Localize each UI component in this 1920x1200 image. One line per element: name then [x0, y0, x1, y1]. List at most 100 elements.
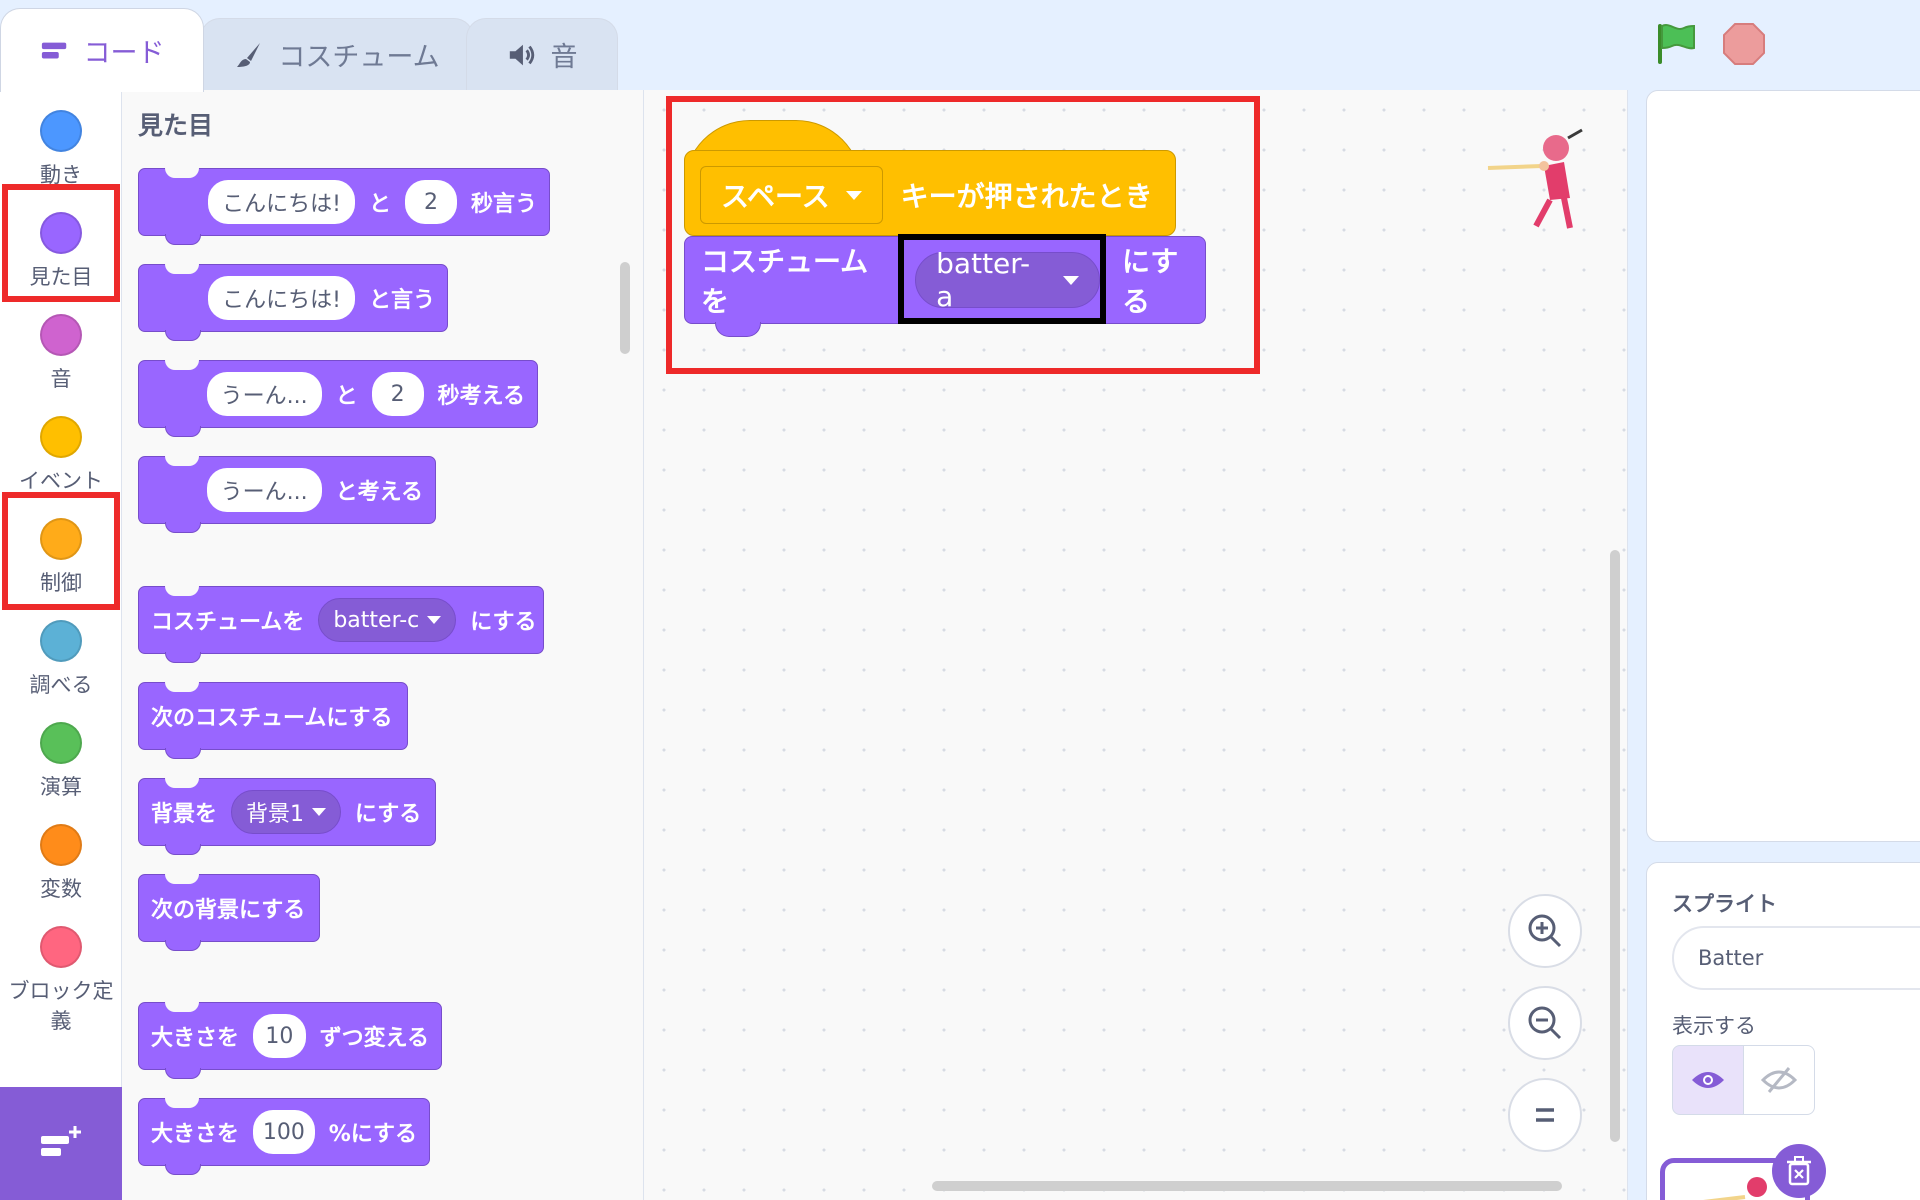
category-sensing[interactable]: 調べる: [0, 610, 122, 712]
size-set-input[interactable]: 100: [253, 1110, 315, 1154]
block-palette: 見た目 こんにちは! と 2 秒言う こんにちは! と言う うーん... と 2…: [122, 90, 644, 1200]
say-seconds-input[interactable]: 2: [404, 180, 457, 224]
think-message-input[interactable]: うーん...: [206, 468, 322, 512]
category-motion[interactable]: 動き: [0, 100, 122, 202]
block-text: にする: [1122, 245, 1179, 318]
sprite-name-input[interactable]: Batter: [1672, 926, 1920, 990]
block-text: コスチュームを: [701, 245, 869, 318]
tab-code[interactable]: コード: [0, 8, 204, 92]
block-text: と考える: [335, 480, 423, 505]
category-control[interactable]: 制御: [0, 508, 122, 610]
key-dropdown-value: スペース: [721, 180, 830, 213]
trash-icon: [1787, 1156, 1811, 1186]
palette-scrollbar[interactable]: [620, 262, 630, 354]
my-blocks-color-dot: [40, 926, 82, 968]
dropdown-value: batter-c: [333, 607, 420, 633]
zoom-out-icon: [1528, 1006, 1562, 1040]
zoom-in-icon: [1528, 914, 1562, 948]
block-think[interactable]: うーん... と考える: [138, 456, 436, 533]
block-next-costume[interactable]: 次のコスチュームにする: [138, 682, 408, 759]
dropdown-value: batter-a: [936, 247, 1031, 313]
category-label: 調べる: [29, 673, 93, 697]
block-text: にする: [355, 802, 422, 827]
add-extension-button[interactable]: [0, 1087, 122, 1200]
block-text: 次の背景にする: [151, 898, 306, 923]
block-switch-backdrop[interactable]: 背景を 背景1 にする: [138, 778, 436, 855]
tab-sounds-label: 音: [550, 42, 578, 73]
block-text: 背景を: [151, 802, 218, 827]
block-text: ずつ変える: [319, 1026, 429, 1051]
dropdown-arrow-icon: [1063, 275, 1080, 285]
show-sprite-button[interactable]: [1672, 1045, 1744, 1115]
script-area-vertical-scrollbar[interactable]: [1610, 550, 1620, 1142]
dropdown-arrow-icon: [427, 616, 442, 624]
zoom-out-button[interactable]: [1508, 986, 1582, 1060]
script-area-horizontal-scrollbar[interactable]: [932, 1181, 1562, 1191]
category-events[interactable]: イベント: [0, 406, 122, 508]
block-next-backdrop[interactable]: 次の背景にする: [138, 874, 320, 951]
block-text: と: [368, 192, 391, 217]
costume-dropdown[interactable]: batter-c: [318, 598, 457, 642]
category-sound[interactable]: 音: [0, 304, 122, 406]
hat-block-text: キーが押されたとき: [900, 180, 1153, 213]
block-text: 大きさを: [151, 1122, 240, 1147]
hide-sprite-button[interactable]: [1743, 1045, 1815, 1115]
block-text: と言う: [368, 288, 435, 313]
key-dropdown[interactable]: スペース: [700, 166, 883, 224]
speaker-icon: [507, 40, 537, 70]
category-label: 動き: [40, 163, 82, 187]
say-message-input[interactable]: こんにちは!: [208, 276, 355, 320]
category-label: 音: [50, 367, 72, 391]
block-think-for-secs[interactable]: うーん... と 2 秒考える: [138, 360, 538, 437]
dropdown-value: 背景1: [246, 802, 305, 827]
batter-figure-icon: [1487, 128, 1583, 229]
stop-octagon-icon: [1723, 23, 1765, 65]
category-operators[interactable]: 演算: [0, 712, 122, 814]
costume-dropdown[interactable]: batter-a: [915, 247, 1101, 313]
green-flag-icon: [1658, 24, 1695, 64]
sound-color-dot: [40, 314, 82, 356]
stage[interactable]: [1646, 90, 1920, 842]
green-flag-button[interactable]: [1652, 20, 1700, 68]
block-say-for-secs[interactable]: こんにちは! と 2 秒言う: [138, 168, 550, 245]
events-color-dot: [40, 416, 82, 458]
block-say[interactable]: こんにちは! と言う: [138, 264, 448, 341]
block-change-size[interactable]: 大きさを 10 ずつ変える: [138, 1002, 442, 1079]
block-switch-costume[interactable]: コスチュームを batter-c にする: [138, 586, 544, 663]
block-text: コスチュームを: [151, 610, 305, 635]
tab-costumes[interactable]: コスチューム: [200, 18, 474, 90]
sprite-label: スプライト: [1672, 892, 1777, 916]
backdrop-dropdown[interactable]: 背景1: [231, 790, 342, 834]
category-variables[interactable]: 変数: [0, 814, 122, 916]
size-change-input[interactable]: 10: [253, 1014, 306, 1058]
category-label: 見た目: [29, 265, 93, 289]
switch-costume-block[interactable]: コスチュームを batter-a にする: [684, 236, 1206, 337]
delete-sprite-button[interactable]: [1772, 1144, 1826, 1198]
stop-button[interactable]: [1722, 22, 1766, 66]
zoom-reset-button[interactable]: [1508, 1078, 1582, 1152]
say-message-input[interactable]: こんにちは!: [208, 180, 355, 224]
control-color-dot: [40, 518, 82, 560]
variables-color-dot: [40, 824, 82, 866]
show-label: 表示する: [1672, 1014, 1756, 1038]
code-blocks-icon: [40, 36, 70, 66]
block-text: 秒言う: [470, 192, 537, 217]
block-text: %にする: [328, 1122, 417, 1147]
block-set-size[interactable]: 大きさを 100 %にする: [138, 1098, 430, 1175]
motion-color-dot: [40, 110, 82, 152]
tab-sounds[interactable]: 音: [466, 18, 618, 90]
category-my-blocks[interactable]: ブロック定義: [0, 916, 122, 1040]
tab-code-label: コード: [83, 38, 165, 69]
block-text: 大きさを: [151, 1026, 240, 1051]
dropdown-arrow-icon: [845, 190, 862, 200]
category-menu: 動き 見た目 音 イベント 制御 調べる 演算 変数 ブロック定義: [0, 90, 122, 1200]
think-message-input[interactable]: うーん...: [206, 372, 322, 416]
eye-hidden-icon: [1761, 1067, 1797, 1093]
category-looks[interactable]: 見た目: [0, 202, 122, 304]
block-text: にする: [470, 610, 537, 635]
category-label: 変数: [40, 877, 82, 901]
looks-color-dot: [40, 212, 82, 254]
think-seconds-input[interactable]: 2: [371, 372, 424, 416]
zoom-in-button[interactable]: [1508, 894, 1582, 968]
category-label: 制御: [40, 571, 82, 595]
